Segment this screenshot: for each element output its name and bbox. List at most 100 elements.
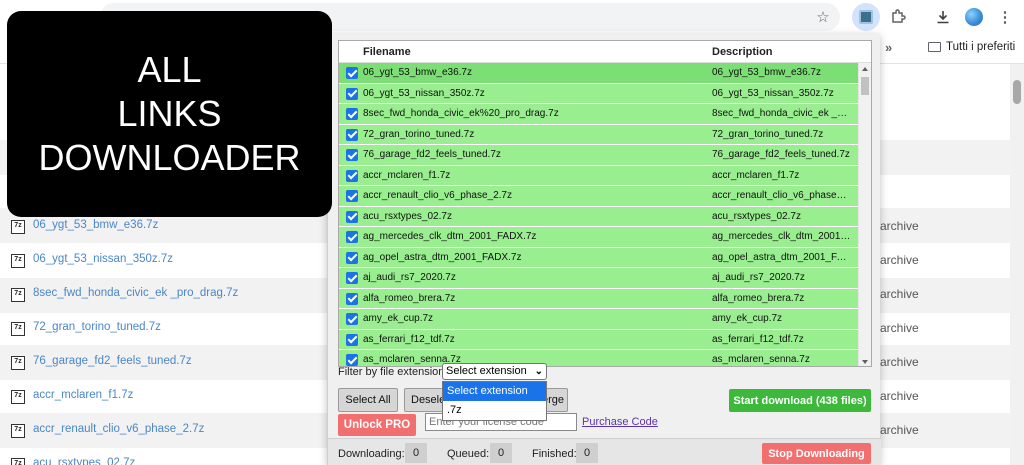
scrollbar-thumb[interactable] bbox=[1013, 80, 1021, 104]
file-type: archive bbox=[880, 287, 919, 301]
checkbox[interactable] bbox=[346, 87, 358, 100]
finished-label: Finished: bbox=[532, 448, 577, 460]
extension-select[interactable]: Select extension ⌄ bbox=[442, 363, 547, 380]
table-row[interactable]: 06_ygt_53_bmw_e36.7z 06_ygt_53_bmw_e36.7z bbox=[339, 63, 858, 84]
checkbox[interactable] bbox=[346, 231, 358, 243]
checkbox[interactable] bbox=[346, 210, 358, 223]
table-row[interactable]: accr_mclaren_f1.7z accr_mclaren_f1.7z bbox=[339, 165, 858, 186]
checkbox[interactable] bbox=[346, 292, 358, 305]
page-scrollbar[interactable] bbox=[1010, 64, 1024, 465]
extension-popup: Filename Description 06_ygt_53_bmw_e36.7… bbox=[327, 34, 881, 465]
row-description: ag_opel_astra_dtm_2001_FADX.7z bbox=[712, 251, 852, 263]
file-type: archive bbox=[880, 219, 919, 233]
more-menu-icon[interactable]: ⋮ bbox=[994, 6, 1016, 28]
row-filename: 06_ygt_53_nissan_350z.7z bbox=[363, 87, 485, 99]
row-description: 8sec_fwd_honda_civic_ek _pro_drag.7z bbox=[712, 108, 852, 119]
bookmark-star-icon[interactable]: ☆ bbox=[812, 6, 834, 28]
file-link[interactable]: 8sec_fwd_honda_civic_ek _pro_drag.7z bbox=[33, 287, 238, 299]
table-row[interactable]: 76_garage_fd2_feels_tuned.7z 76_garage_fd… bbox=[339, 145, 858, 166]
table-row[interactable]: accr_renault_clio_v6_phase_2.7z accr_rena… bbox=[339, 186, 858, 207]
file-list: Filename Description 06_ygt_53_bmw_e36.7… bbox=[338, 40, 872, 367]
unlock-pro-button[interactable]: Unlock PRO bbox=[338, 414, 416, 436]
row-description: accr_renault_clio_v6_phase_2.7z bbox=[712, 190, 852, 201]
checkbox[interactable] bbox=[346, 333, 358, 346]
file-type: archive bbox=[880, 321, 919, 335]
row-description: aj_audi_rs7_2020.7z bbox=[712, 272, 805, 283]
checkbox[interactable] bbox=[346, 149, 358, 161]
row-filename: 72_gran_torino_tuned.7z bbox=[363, 128, 475, 140]
bookmarks-all-label[interactable]: Tutti i preferiti bbox=[946, 41, 1015, 53]
description-column-header: Description bbox=[712, 46, 773, 58]
checkbox[interactable] bbox=[346, 251, 358, 264]
folder-icon bbox=[928, 42, 941, 52]
extension-icon[interactable] bbox=[852, 3, 880, 31]
queued-count: 0 bbox=[490, 443, 512, 463]
checkbox[interactable] bbox=[346, 190, 358, 202]
file-link[interactable]: accr_renault_clio_v6_phase_2.7z bbox=[33, 423, 204, 435]
file-link[interactable]: 72_gran_torino_tuned.7z bbox=[33, 321, 161, 333]
finished-count: 0 bbox=[576, 443, 598, 463]
status-bar: Downloading: 0 Queued: 0 Finished: 0 Sto… bbox=[328, 438, 881, 465]
scrollbar-thumb[interactable] bbox=[861, 77, 869, 95]
purchase-code-link[interactable]: Purchase Code bbox=[582, 416, 658, 428]
table-row[interactable]: aj_audi_rs7_2020.7z aj_audi_rs7_2020.7z bbox=[339, 268, 858, 289]
stop-downloading-button[interactable]: Stop Downloading bbox=[762, 443, 871, 464]
scroll-up-icon[interactable] bbox=[862, 67, 868, 71]
promo-line: ALL bbox=[137, 49, 202, 90]
table-row[interactable]: amy_ek_cup.7z amy_ek_cup.7z bbox=[339, 309, 858, 330]
table-row[interactable]: 72_gran_torino_tuned.7z 72_gran_torino_tu… bbox=[339, 124, 858, 145]
bookmarks-more-icon[interactable]: » bbox=[885, 40, 892, 55]
7z-file-icon: 7z bbox=[11, 390, 25, 404]
7z-file-icon: 7z bbox=[11, 254, 25, 268]
checkbox[interactable] bbox=[346, 108, 358, 120]
7z-file-icon: 7z bbox=[11, 424, 25, 438]
dropdown-option[interactable]: Select extension bbox=[443, 382, 546, 401]
table-row[interactable]: as_ferrari_f12_tdf.7z as_ferrari_f12_tdf.… bbox=[339, 329, 858, 350]
start-download-button[interactable]: Start download (438 files) bbox=[729, 389, 871, 412]
list-scrollbar[interactable] bbox=[858, 63, 871, 366]
table-row[interactable]: 8sec_fwd_honda_civic_ek%20_pro_drag.7z 8s… bbox=[339, 104, 858, 125]
row-filename: acu_rsxtypes_02.7z bbox=[363, 210, 452, 222]
file-link[interactable]: acu_rsxtypes_02.7z bbox=[33, 457, 135, 465]
file-link[interactable]: accr_mclaren_f1.7z bbox=[33, 389, 133, 401]
checkbox[interactable] bbox=[346, 128, 358, 141]
list-header: Filename Description bbox=[339, 41, 871, 63]
download-icon[interactable] bbox=[932, 6, 954, 28]
row-filename: accr_mclaren_f1.7z bbox=[363, 169, 451, 181]
file-link[interactable]: 06_ygt_53_nissan_350z.7z bbox=[33, 253, 173, 265]
table-row[interactable]: acu_rsxtypes_02.7z acu_rsxtypes_02.7z bbox=[339, 206, 858, 227]
file-link[interactable]: 76_garage_fd2_feels_tuned.7z bbox=[33, 355, 192, 367]
filename-column-header: Filename bbox=[363, 46, 411, 58]
row-filename: 06_ygt_53_bmw_e36.7z bbox=[363, 67, 472, 78]
7z-file-icon: 7z bbox=[11, 458, 25, 465]
7z-file-icon: 7z bbox=[11, 356, 25, 370]
row-description: amy_ek_cup.7z bbox=[712, 313, 783, 324]
table-row[interactable]: ag_opel_astra_dtm_2001_FADX.7z ag_opel_as… bbox=[339, 247, 858, 268]
file-link[interactable]: 06_ygt_53_bmw_e36.7z bbox=[33, 219, 158, 231]
checkbox[interactable] bbox=[346, 272, 358, 284]
profile-avatar-icon[interactable] bbox=[963, 6, 985, 28]
table-row[interactable]: 06_ygt_53_nissan_350z.7z 06_ygt_53_nissan… bbox=[339, 83, 858, 104]
select-all-button[interactable]: Select All bbox=[338, 388, 398, 412]
promo-line: DOWNLOADER bbox=[38, 137, 301, 178]
file-type: archive bbox=[880, 423, 919, 437]
checkbox[interactable] bbox=[346, 67, 358, 79]
checkbox[interactable] bbox=[346, 169, 358, 182]
7z-file-icon: 7z bbox=[11, 288, 25, 302]
checkbox[interactable] bbox=[346, 354, 358, 366]
row-filename: alfa_romeo_brera.7z bbox=[363, 292, 456, 304]
row-description: as_ferrari_f12_tdf.7z bbox=[712, 333, 804, 345]
table-row[interactable]: ag_mercedes_clk_dtm_2001_FADX.7z ag_merce… bbox=[339, 227, 858, 248]
row-filename: ag_mercedes_clk_dtm_2001_FADX.7z bbox=[363, 231, 537, 242]
scroll-down-icon[interactable] bbox=[862, 360, 868, 364]
row-filename: amy_ek_cup.7z bbox=[363, 313, 434, 324]
promo-line: LINKS bbox=[117, 93, 222, 134]
queued-label: Queued: bbox=[447, 448, 490, 460]
dropdown-option[interactable]: .7z bbox=[443, 401, 546, 420]
deselect-all-button[interactable]: Deselect All bbox=[404, 388, 444, 412]
file-type: archive bbox=[880, 355, 919, 369]
checkbox[interactable] bbox=[346, 313, 358, 325]
table-row[interactable]: alfa_romeo_brera.7z alfa_romeo_brera.7z bbox=[339, 288, 858, 309]
table-row[interactable]: as_mclaren_senna.7z as_mclaren_senna.7z bbox=[339, 350, 858, 366]
puzzle-extensions-icon[interactable] bbox=[887, 6, 909, 28]
